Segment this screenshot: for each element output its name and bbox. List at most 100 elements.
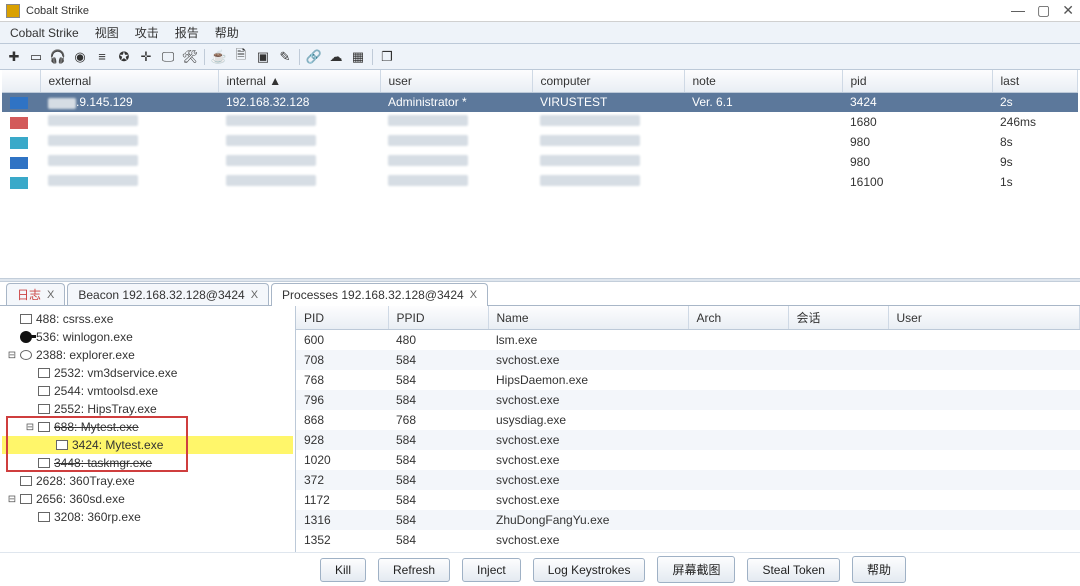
- tree-label: 2544: vmtoolsd.exe: [54, 384, 158, 398]
- tree-item[interactable]: ⊟688: Mytest.exe: [2, 418, 293, 436]
- cell-user: [888, 490, 1080, 510]
- process-list-pane[interactable]: PID PPID Name Arch 会话 User 600480lsm.exe…: [296, 306, 1080, 552]
- col-last[interactable]: last: [992, 70, 1078, 92]
- col-name[interactable]: Name: [488, 306, 688, 330]
- cell-user: [888, 510, 1080, 530]
- process-row[interactable]: 1172584svchost.exe: [296, 490, 1080, 510]
- window-close-button[interactable]: ✕: [1062, 2, 1074, 19]
- beacon-row[interactable]: 9808s: [2, 132, 1078, 152]
- tab[interactable]: 日志X: [6, 283, 65, 305]
- cell-pid: 980: [842, 132, 992, 152]
- menu-view[interactable]: 视图: [89, 22, 125, 43]
- headphones-icon[interactable]: 🎧: [48, 47, 68, 67]
- cell-pid: 372: [296, 470, 388, 490]
- cell-name: svchost.exe: [488, 450, 688, 470]
- tree-item[interactable]: 3448: taskmgr.exe: [2, 454, 293, 472]
- link-icon[interactable]: 🔗: [304, 47, 324, 67]
- minus-box-icon[interactable]: ▭: [26, 47, 46, 67]
- beacon-row[interactable]: 1680246ms: [2, 112, 1078, 132]
- log-keystrokes-button[interactable]: Log Keystrokes: [533, 558, 646, 582]
- pen-icon[interactable]: ✎: [275, 47, 295, 67]
- cloud-icon[interactable]: ☁: [326, 47, 346, 67]
- tree-item[interactable]: 3208: 360rp.exe: [2, 508, 293, 526]
- col-session[interactable]: 会话: [788, 306, 888, 330]
- beacon-row[interactable]: .9.145.129192.168.32.128Administrator *V…: [2, 92, 1078, 112]
- monitor-icon[interactable]: 🖵: [158, 47, 178, 67]
- radar-icon[interactable]: ◉: [70, 47, 90, 67]
- beacon-row[interactable]: 161001s: [2, 172, 1078, 192]
- process-tree-pane[interactable]: 488: csrss.exe536: winlogon.exe ⊟ 2388: ex…: [0, 306, 296, 552]
- tree-item[interactable]: 2544: vmtoolsd.exe: [2, 382, 293, 400]
- tree-item[interactable]: 2552: HipsTray.exe: [2, 400, 293, 418]
- tree-item[interactable]: 3424: Mytest.exe: [2, 436, 293, 454]
- tree-label: 2388: explorer.exe: [36, 348, 135, 362]
- grid-icon[interactable]: ▦: [348, 47, 368, 67]
- 帮助-button[interactable]: 帮助: [852, 556, 906, 583]
- cell-name: svchost.exe: [488, 390, 688, 410]
- col-user[interactable]: user: [380, 70, 532, 92]
- crosshair-icon[interactable]: ✛: [136, 47, 156, 67]
- window-maximize-button[interactable]: ▢: [1037, 2, 1050, 19]
- cell-pid: 980: [842, 152, 992, 172]
- process-row[interactable]: 768584HipsDaemon.exe: [296, 370, 1080, 390]
- cell-external: [40, 132, 218, 152]
- tree-toggle-icon[interactable]: ⊟: [24, 422, 36, 433]
- save-icon[interactable]: ▣: [253, 47, 273, 67]
- tree-item[interactable]: 488: csrss.exe: [2, 310, 293, 328]
- tree-item[interactable]: 2628: 360Tray.exe: [2, 472, 293, 490]
- cell-pid: 600: [296, 330, 388, 351]
- col-external[interactable]: external: [40, 70, 218, 92]
- tools-icon[interactable]: 🛠: [180, 47, 200, 67]
- menu-help[interactable]: 帮助: [209, 22, 245, 43]
- 屏幕截图-button[interactable]: 屏幕截图: [657, 556, 735, 583]
- process-row[interactable]: 1316584ZhuDongFangYu.exe: [296, 510, 1080, 530]
- tab-close-icon[interactable]: X: [47, 289, 54, 301]
- process-row[interactable]: 600480lsm.exe: [296, 330, 1080, 351]
- refresh-button[interactable]: Refresh: [378, 558, 450, 582]
- col-internal[interactable]: internal ▲: [218, 70, 380, 92]
- tree-item[interactable]: ⊟ 2388: explorer.exe: [2, 346, 293, 364]
- tree-toggle-icon[interactable]: ⊟: [6, 350, 18, 361]
- process-row[interactable]: 1352584svchost.exe: [296, 530, 1080, 550]
- list-lines-icon[interactable]: ≡: [92, 47, 112, 67]
- col-ppid[interactable]: PPID: [388, 306, 488, 330]
- target-icon[interactable]: ✪: [114, 47, 134, 67]
- kill-button[interactable]: Kill: [320, 558, 366, 582]
- col-user[interactable]: User: [888, 306, 1080, 330]
- tree-item[interactable]: 2532: vm3dservice.exe: [2, 364, 293, 382]
- document-icon[interactable]: 🗎: [231, 47, 251, 67]
- cell-user: [888, 470, 1080, 490]
- cube-icon[interactable]: ❐: [377, 47, 397, 67]
- plus-box-icon[interactable]: ✚: [4, 47, 24, 67]
- tree-item[interactable]: 536: winlogon.exe: [2, 328, 293, 346]
- process-row[interactable]: 928584svchost.exe: [296, 430, 1080, 450]
- process-row[interactable]: 868768usysdiag.exe: [296, 410, 1080, 430]
- inject-button[interactable]: Inject: [462, 558, 521, 582]
- process-row[interactable]: 1020584svchost.exe: [296, 450, 1080, 470]
- menu-report[interactable]: 报告: [169, 22, 205, 43]
- tree-toggle-icon[interactable]: ⊟: [6, 494, 18, 505]
- col-arch[interactable]: Arch: [688, 306, 788, 330]
- menu-attack[interactable]: 攻击: [129, 22, 165, 43]
- tab-close-icon[interactable]: X: [470, 289, 477, 301]
- tab[interactable]: Processes 192.168.32.128@3424X: [271, 283, 488, 305]
- menu-cobalt-strike[interactable]: Cobalt Strike: [4, 24, 85, 42]
- window-minimize-button[interactable]: —: [1011, 2, 1025, 19]
- process-row[interactable]: 372584svchost.exe: [296, 470, 1080, 490]
- col-pid[interactable]: PID: [296, 306, 388, 330]
- coffee-icon[interactable]: ☕: [209, 47, 229, 67]
- process-table: PID PPID Name Arch 会话 User 600480lsm.exe…: [296, 306, 1080, 550]
- beacon-table[interactable]: external internal ▲ user computer note p…: [2, 70, 1078, 192]
- col-pid[interactable]: pid: [842, 70, 992, 92]
- steal-token-button[interactable]: Steal Token: [747, 558, 840, 582]
- process-row[interactable]: 796584svchost.exe: [296, 390, 1080, 410]
- tab[interactable]: Beacon 192.168.32.128@3424X: [67, 283, 269, 305]
- tree-item[interactable]: ⊟2656: 360sd.exe: [2, 490, 293, 508]
- cell-arch: [688, 370, 788, 390]
- beacon-row[interactable]: 9809s: [2, 152, 1078, 172]
- cell-arch: [688, 330, 788, 351]
- process-row[interactable]: 708584svchost.exe: [296, 350, 1080, 370]
- col-note[interactable]: note: [684, 70, 842, 92]
- tab-close-icon[interactable]: X: [251, 289, 258, 301]
- col-computer[interactable]: computer: [532, 70, 684, 92]
